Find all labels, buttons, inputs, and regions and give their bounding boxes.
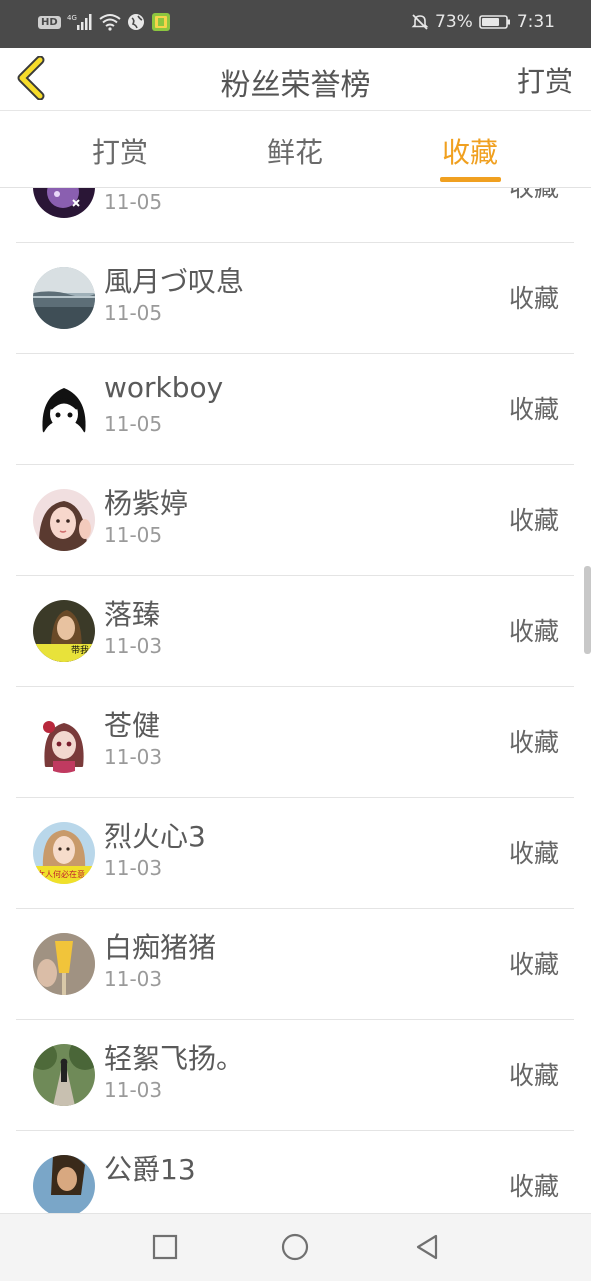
avatar [33, 1155, 95, 1213]
avatar [33, 933, 95, 995]
clock: 7:31 [516, 12, 555, 32]
avatar-caption: 女人何必在意 [37, 869, 85, 879]
fan-name: 落臻 [104, 598, 161, 631]
favorite-label: 收藏 [508, 506, 559, 535]
fan-name: 烈火心3 [104, 820, 206, 853]
avatar-caption: 带我走 [71, 645, 95, 656]
fan-list-content: 1999081 11-05 收藏 風月づ叹息 11-05 收藏 [0, 188, 591, 1213]
list-item[interactable]: 轻絮飞扬。 11-03 收藏 [16, 1020, 574, 1131]
app-header: 粉丝荣誉榜 打赏 [0, 48, 591, 111]
globe-icon [127, 13, 145, 31]
reward-button[interactable]: 打赏 [517, 60, 573, 100]
avatar: 带我走 [33, 600, 95, 662]
tab-bar: 打赏 鲜花 收藏 [0, 111, 591, 188]
home-button[interactable] [280, 1232, 310, 1262]
avatar [33, 489, 95, 551]
signal-icon: 4G [67, 13, 93, 31]
fan-name: 公爵13 [104, 1153, 196, 1186]
avatar [33, 267, 95, 329]
fan-date: 11-05 [104, 412, 163, 436]
recents-button[interactable] [150, 1232, 180, 1262]
fan-date: 11-05 [104, 301, 163, 325]
system-nav-bar [0, 1213, 591, 1281]
status-bar: HD 4G 73% 7:31 [0, 0, 591, 48]
status-bar-left: HD 4G [38, 12, 171, 32]
hd-icon: HD [38, 15, 61, 29]
back-nav-button[interactable] [412, 1232, 442, 1262]
favorite-label: 收藏 [508, 950, 559, 979]
list-item[interactable]: 風月づ叹息 11-05 收藏 [16, 243, 574, 354]
avatar: 女人何必在意 [33, 822, 95, 884]
fan-name: 白痴猪猪 [104, 931, 217, 964]
mute-icon [411, 13, 429, 31]
list-item[interactable]: 杨紫婷 11-05 收藏 [16, 465, 574, 576]
fan-date: 11-03 [104, 634, 163, 658]
fan-date: 11-03 [104, 1078, 163, 1102]
wifi-icon [99, 13, 121, 31]
favorite-label: 收藏 [508, 1061, 559, 1090]
fan-date: 11-05 [104, 523, 163, 547]
favorite-label: 收藏 [509, 188, 559, 204]
favorite-label: 收藏 [508, 728, 559, 757]
fan-date: 11-03 [104, 967, 163, 991]
avatar [33, 188, 95, 218]
tab-flowers[interactable]: 鲜花 [235, 131, 355, 171]
fan-date: 11-03 [104, 745, 163, 769]
svg-text:4G: 4G [67, 14, 77, 22]
list-item[interactable]: workboy 11-05 收藏 [16, 354, 574, 465]
list-item[interactable]: 苍健 11-03 收藏 [16, 687, 574, 798]
list-item[interactable]: 带我走 落臻 11-03 收藏 [16, 576, 574, 687]
favorite-label: 收藏 [508, 1172, 559, 1201]
fan-name: 杨紫婷 [104, 487, 189, 520]
battery-percent: 73% [435, 12, 473, 32]
favorite-label: 收藏 [508, 617, 559, 646]
active-tab-indicator [440, 177, 501, 182]
status-bar-right: 73% 7:31 [411, 12, 555, 32]
battery-icon [479, 14, 511, 30]
fan-name: 苍健 [104, 709, 161, 742]
favorite-label: 收藏 [508, 395, 559, 424]
favorite-label: 收藏 [508, 839, 559, 868]
list-item[interactable]: 女人何必在意 烈火心3 11-03 收藏 [16, 798, 574, 909]
recents-square-icon [152, 1234, 178, 1260]
fan-date: 11-05 [104, 190, 163, 214]
avatar [33, 711, 95, 773]
fan-name: 風月づ叹息 [104, 265, 245, 298]
home-circle-icon [281, 1233, 309, 1261]
favorite-label: 收藏 [508, 284, 559, 313]
scrollbar-thumb[interactable] [584, 566, 591, 654]
tab-favorites[interactable]: 收藏 [410, 131, 530, 171]
list-item[interactable]: 公爵13 收藏 [16, 1131, 574, 1213]
list-item[interactable]: 白痴猪猪 11-03 收藏 [16, 909, 574, 1020]
tab-reward[interactable]: 打赏 [60, 131, 180, 171]
fan-date: 11-03 [104, 856, 163, 880]
fan-list[interactable]: 1999081 11-05 收藏 風月づ叹息 11-05 收藏 [0, 188, 591, 1213]
back-triangle-icon [416, 1234, 438, 1260]
list-item[interactable]: 1999081 11-05 收藏 [16, 188, 574, 243]
page-title: 粉丝荣誉榜 [220, 68, 371, 103]
avatar [33, 1044, 95, 1106]
fan-name: workboy [104, 371, 224, 404]
app-icon [151, 12, 171, 32]
avatar [33, 378, 95, 440]
fan-name: 轻絮飞扬。 [104, 1042, 245, 1075]
